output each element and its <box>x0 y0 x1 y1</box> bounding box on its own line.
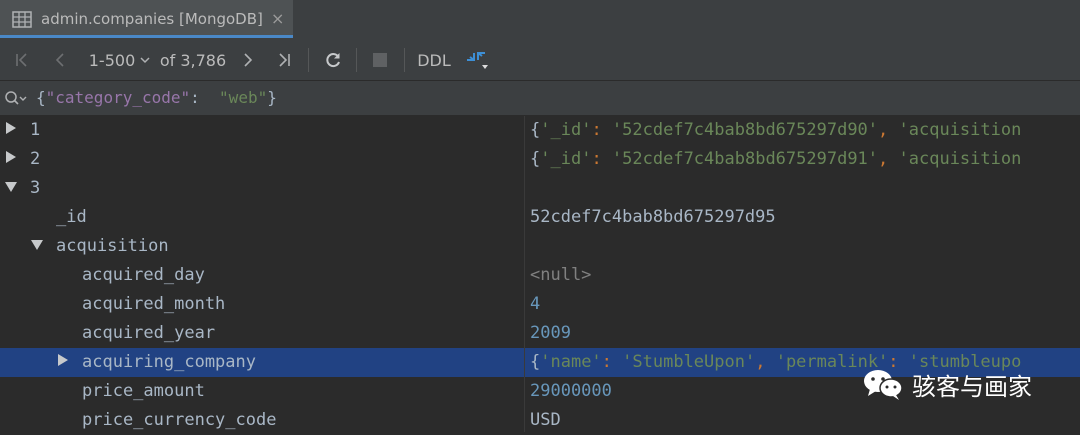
filter-value: "web" <box>219 88 268 107</box>
filter-colon: : <box>190 88 220 107</box>
last-page-icon <box>279 53 290 67</box>
editor-tab-bar: admin.companies [MongoDB] × <box>0 0 1080 41</box>
filter-bar[interactable]: {"category_code": "web"} <box>0 81 1080 116</box>
previous-page-button[interactable] <box>48 40 72 80</box>
wechat-icon <box>864 370 903 400</box>
ddl-button[interactable]: DDL <box>414 40 454 80</box>
row-key: price_amount <box>82 381 205 401</box>
tree-row[interactable]: 2 {'_id': '52cdef7c4bab8bd675297d91', 'a… <box>0 145 1080 174</box>
chevron-left-icon <box>55 53 64 67</box>
compare-arrows-icon <box>467 52 488 69</box>
row-value: <null> <box>530 265 592 285</box>
toolbar-divider <box>404 48 405 72</box>
table-icon <box>12 11 32 28</box>
row-key: price_currency_code <box>82 410 277 430</box>
data-toolbar: 1-500 of 3,786 DDL <box>0 40 1080 81</box>
row-key: acquiring_company <box>82 352 256 372</box>
stop-icon <box>373 53 387 67</box>
tree-row[interactable]: acquired_month 4 <box>0 290 1080 319</box>
last-page-button[interactable] <box>272 40 296 80</box>
column-divider[interactable] <box>524 116 525 432</box>
row-key: 3 <box>30 178 41 198</box>
toolbar-divider <box>308 48 309 72</box>
tree-row[interactable]: _id 52cdef7c4bab8bd675297d95 <box>0 203 1080 232</box>
first-page-button[interactable] <box>10 40 34 80</box>
row-key: acquired_day <box>82 265 205 285</box>
expand-arrow-icon[interactable] <box>57 353 69 367</box>
collapse-arrow-icon[interactable] <box>4 181 18 193</box>
filter-query[interactable]: {"category_code": "web"} <box>36 88 277 107</box>
total-count-text: of 3,786 <box>159 50 227 70</box>
page-range-text: 1-500 <box>88 50 136 70</box>
expand-arrow-icon[interactable] <box>5 121 17 135</box>
refresh-icon <box>326 53 340 68</box>
tree-row[interactable]: 3 <box>0 174 1080 203</box>
row-value: 29000000 <box>530 381 612 401</box>
tab-title: admin.companies [MongoDB] <box>41 10 263 28</box>
row-key: acquired_year <box>82 323 216 343</box>
row-key: acquisition <box>56 236 169 256</box>
toolbar-divider <box>356 48 357 72</box>
close-icon[interactable]: × <box>271 9 284 28</box>
tree-row[interactable]: 1 {'_id': '52cdef7c4bab8bd675297d90', 'a… <box>0 116 1080 145</box>
tree-row[interactable]: acquired_year 2009 <box>0 319 1080 348</box>
watermark: 骇客与画家 <box>862 362 1072 406</box>
tree-row[interactable]: acquisition <box>0 232 1080 261</box>
row-key: 2 <box>30 149 41 169</box>
tree-row[interactable]: price_currency_code USD <box>0 406 1080 435</box>
row-value: 2009 <box>530 323 571 343</box>
collapse-arrow-icon[interactable] <box>30 239 44 251</box>
stop-button[interactable] <box>368 40 392 80</box>
row-value: 52cdef7c4bab8bd675297d95 <box>530 207 776 227</box>
chevron-down-icon <box>140 57 150 64</box>
row-value: 4 <box>530 294 541 314</box>
filter-open-brace: { <box>36 88 46 107</box>
expand-arrow-icon[interactable] <box>5 150 17 164</box>
row-key: _id <box>56 207 87 227</box>
search-filter-icon[interactable] <box>4 90 28 106</box>
ddl-label: DDL <box>417 50 451 70</box>
chevron-right-icon <box>244 53 253 67</box>
page-range-dropdown[interactable]: 1-500 <box>86 40 154 80</box>
watermark-text: 骇客与画家 <box>912 372 1032 401</box>
first-page-icon <box>16 53 27 67</box>
refresh-button[interactable] <box>320 40 346 80</box>
next-page-button[interactable] <box>236 40 260 80</box>
tab-admin-companies[interactable]: admin.companies [MongoDB] × <box>0 0 293 38</box>
row-value: {'_id': '52cdef7c4bab8bd675297d90', 'acq… <box>530 120 1022 140</box>
row-key: acquired_month <box>82 294 226 314</box>
row-value: USD <box>530 410 561 430</box>
total-count: of 3,786 <box>160 40 226 80</box>
filter-key: "category_code" <box>45 88 191 107</box>
compare-button[interactable] <box>462 40 492 80</box>
row-value: {'_id': '52cdef7c4bab8bd675297d91', 'acq… <box>530 149 1022 169</box>
row-key: 1 <box>30 120 41 140</box>
filter-close-brace: } <box>267 88 277 107</box>
tree-row[interactable]: acquired_day <null> <box>0 261 1080 290</box>
